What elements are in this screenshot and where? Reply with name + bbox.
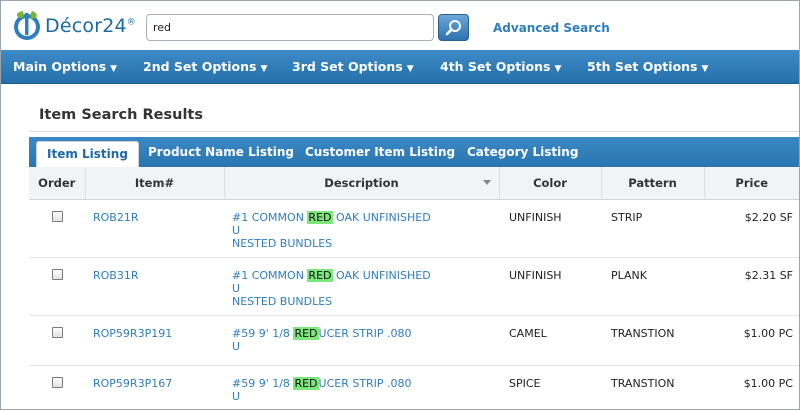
- nav-3rd-set-options[interactable]: 3rd Set Options ▼: [292, 50, 414, 84]
- description-link[interactable]: #1 COMMON RED OAK UNFINISHED U NESTED BUND…: [224, 268, 499, 308]
- search-input[interactable]: [146, 14, 434, 41]
- nav-4th-set-options[interactable]: 4th Set Options ▼: [440, 50, 561, 84]
- color-cell: CAMEL: [499, 315, 601, 366]
- column-header-price[interactable]: Price: [704, 167, 799, 200]
- color-cell: SPICE: [499, 365, 601, 410]
- header: Décor24® Advanced Search: [1, 1, 799, 49]
- order-checkbox[interactable]: [51, 376, 63, 388]
- nav-2nd-set-options[interactable]: 2nd Set Options ▼: [143, 50, 267, 84]
- search-highlight: RED: [307, 268, 333, 282]
- chevron-down-icon: ▼: [260, 64, 268, 74]
- order-checkbox[interactable]: [51, 326, 63, 338]
- table-row: ROP59R3P191 #59 9' 1/8 REDUCER STRIP .08…: [29, 315, 799, 366]
- description-link[interactable]: #1 COMMON RED OAK UNFINISHED U NESTED BUND…: [224, 210, 499, 250]
- tab-item-listing[interactable]: Item Listing: [36, 141, 139, 167]
- column-header-color[interactable]: Color: [499, 167, 602, 200]
- advanced-search-link[interactable]: Advanced Search: [493, 21, 610, 35]
- item-number-link[interactable]: ROB31R: [85, 269, 224, 282]
- table-row: ROP59R3P167 #59 9' 1/8 REDUCER STRIP .08…: [29, 365, 799, 410]
- chevron-down-icon: ▼: [110, 64, 118, 74]
- description-link[interactable]: #59 9' 1/8 REDUCER STRIP .080 U: [224, 376, 499, 403]
- brand-logo[interactable]: Décor24®: [11, 10, 136, 42]
- results-table: Order Item# Description Color Pattern Pr…: [29, 167, 799, 410]
- search-highlight: RED: [293, 326, 319, 340]
- price-cell: $1.00 PC: [704, 365, 799, 410]
- search-highlight: RED: [293, 376, 319, 390]
- tab-customer-item-listing[interactable]: Customer Item Listing: [305, 137, 455, 167]
- tab-category-listing[interactable]: Category Listing: [467, 137, 578, 167]
- column-header-pattern[interactable]: Pattern: [601, 167, 705, 200]
- column-header-item[interactable]: Item#: [85, 167, 225, 200]
- logo-mark-icon: [14, 11, 40, 40]
- search-icon: [445, 19, 461, 35]
- page-title: Item Search Results: [39, 107, 203, 123]
- color-cell: UNFINISH: [499, 257, 601, 316]
- nav-5th-set-options[interactable]: 5th Set Options ▼: [587, 50, 708, 84]
- item-number-link[interactable]: ROB21R: [85, 211, 224, 224]
- brand-name: Décor24®: [45, 15, 136, 37]
- sort-caret-icon[interactable]: [482, 180, 491, 185]
- results-tabs: Item Listing Product Name Listing Custom…: [29, 137, 799, 167]
- title-divider: [29, 131, 799, 132]
- main-navbar: Main Options ▼ 2nd Set Options ▼ 3rd Set O…: [1, 50, 799, 84]
- search-button[interactable]: [438, 14, 469, 41]
- price-cell: $2.20 SF: [704, 199, 799, 258]
- order-checkbox[interactable]: [51, 210, 63, 222]
- column-header-order[interactable]: Order: [29, 167, 86, 200]
- pattern-cell: PLANK: [601, 257, 704, 316]
- pattern-cell: STRIP: [601, 199, 704, 258]
- chevron-down-icon: ▼: [554, 64, 562, 74]
- column-header-description[interactable]: Description: [224, 167, 500, 200]
- price-cell: $1.00 PC: [704, 315, 799, 366]
- search-highlight: RED: [307, 210, 333, 224]
- color-cell: UNFINISH: [499, 199, 601, 258]
- table-header-row: Order Item# Description Color Pattern Pr…: [29, 167, 799, 200]
- description-link[interactable]: #59 9' 1/8 REDUCER STRIP .080 U: [224, 326, 499, 353]
- item-number-link[interactable]: ROP59R3P167: [85, 377, 224, 390]
- chevron-down-icon: ▼: [701, 64, 709, 74]
- item-number-link[interactable]: ROP59R3P191: [85, 327, 224, 340]
- pattern-cell: TRANSTION: [601, 365, 704, 410]
- price-cell: $2.31 SF: [704, 257, 799, 316]
- nav-main-options[interactable]: Main Options ▼: [13, 50, 117, 84]
- table-row: ROB21R #1 COMMON RED OAK UNFINISHED U NEST…: [29, 199, 799, 258]
- chevron-down-icon: ▼: [406, 64, 414, 74]
- pattern-cell: TRANSTION: [601, 315, 704, 366]
- tab-product-name-listing[interactable]: Product Name Listing: [148, 137, 294, 167]
- order-checkbox[interactable]: [51, 268, 63, 280]
- table-row: ROB31R #1 COMMON RED OAK UNFINISHED U NEST…: [29, 257, 799, 316]
